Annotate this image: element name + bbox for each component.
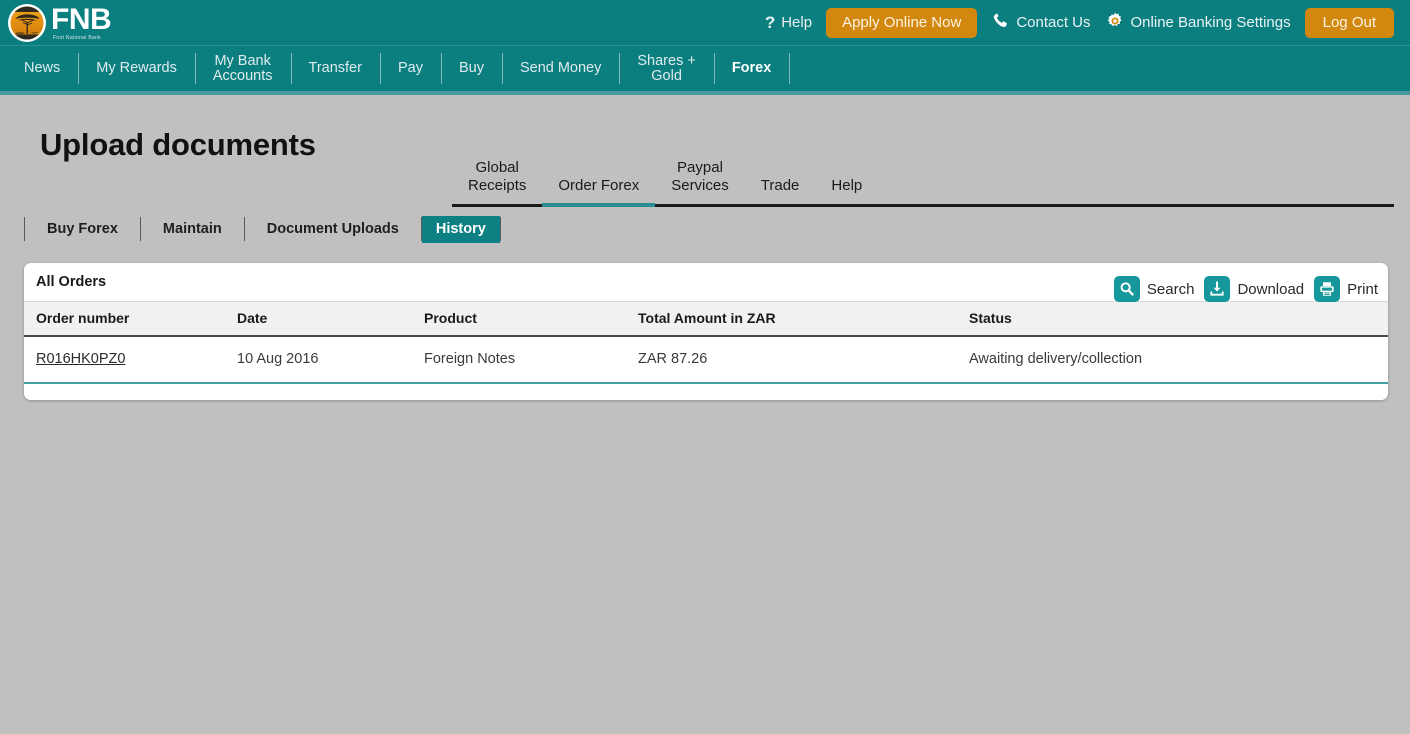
nav-item-my-bank-accounts[interactable]: My Bank Accounts	[194, 46, 291, 91]
online-banking-settings-link[interactable]: Online Banking Settings	[1105, 11, 1291, 35]
subtab-maintain[interactable]: Maintain	[141, 216, 244, 243]
log-out-button[interactable]: Log Out	[1304, 7, 1394, 38]
nav-item-pay[interactable]: Pay	[379, 46, 441, 91]
top-header-bar: FNB First National Bank ? Help Apply Onl…	[0, 0, 1410, 45]
orders-table-header-row: Order number Date Product Total Amount i…	[24, 301, 1388, 337]
print-icon	[1314, 276, 1341, 302]
help-link[interactable]: ? Help	[765, 13, 812, 33]
orders-table: Order number Date Product Total Amount i…	[24, 301, 1388, 384]
fnb-logo[interactable]: FNB First National Bank	[8, 2, 112, 42]
cell-status: Awaiting delivery/collection	[969, 336, 1388, 384]
cell-product: Foreign Notes	[424, 336, 638, 384]
nav-item-send-money[interactable]: Send Money	[501, 46, 619, 91]
tab-global-receipts[interactable]: Global Receipts	[452, 159, 542, 204]
all-orders-card: All Orders Search Download Print Order n…	[24, 263, 1388, 400]
column-header-product[interactable]: Product	[424, 301, 638, 337]
apply-online-now-button[interactable]: Apply Online Now	[826, 7, 978, 38]
cell-amount: ZAR 87.26	[638, 336, 969, 384]
page-title: Upload documents	[40, 127, 316, 162]
tab-help[interactable]: Help	[815, 177, 878, 204]
column-header-status[interactable]: Status	[969, 301, 1388, 337]
help-label: Help	[781, 14, 813, 31]
subtab-buy-forex[interactable]: Buy Forex	[25, 216, 140, 243]
fnb-wordmark: FNB	[51, 2, 112, 36]
table-row: R016HK0PZ0 10 Aug 2016 Foreign Notes ZAR…	[24, 336, 1388, 384]
orders-table-head: Order number Date Product Total Amount i…	[24, 301, 1388, 337]
cell-date: 10 Aug 2016	[237, 336, 424, 384]
tab-trade[interactable]: Trade	[745, 177, 816, 204]
question-mark-icon: ?	[764, 12, 776, 32]
download-label: Download	[1237, 280, 1305, 298]
search-button[interactable]: Search	[1113, 276, 1195, 302]
forex-section-tabs: Global Receipts Order Forex Paypal Servi…	[452, 125, 1394, 207]
tab-order-forex[interactable]: Order Forex	[542, 177, 656, 207]
nav-item-shares-gold[interactable]: Shares + Gold	[619, 46, 713, 91]
column-header-date[interactable]: Date	[237, 301, 424, 337]
print-button[interactable]: Print	[1314, 276, 1378, 302]
column-header-total-amount[interactable]: Total Amount in ZAR	[638, 301, 969, 337]
nav-item-transfer[interactable]: Transfer	[290, 46, 380, 91]
nav-item-my-rewards[interactable]: My Rewards	[78, 46, 195, 91]
contact-us-link[interactable]: Contact Us	[991, 11, 1091, 34]
nav-item-forex[interactable]: Forex	[713, 46, 790, 91]
subtab-document-uploads[interactable]: Document Uploads	[245, 216, 421, 243]
nav-item-news[interactable]: News	[6, 46, 78, 91]
download-button[interactable]: Download	[1204, 276, 1304, 302]
order-number-link[interactable]: R016HK0PZ0	[36, 351, 125, 367]
print-label: Print	[1347, 280, 1378, 298]
fnb-tagline: First National Bank	[53, 34, 101, 41]
card-action-buttons: Search Download Print	[1113, 276, 1378, 302]
order-forex-subtabs: Buy Forex Maintain Document Uploads Hist…	[16, 207, 1394, 251]
online-banking-settings-label: Online Banking Settings	[1130, 14, 1291, 31]
column-header-order-number[interactable]: Order number	[24, 301, 237, 337]
all-orders-card-header: All Orders Search Download Print	[24, 263, 1388, 302]
search-icon	[1113, 276, 1140, 302]
all-orders-title: All Orders	[36, 274, 107, 290]
page-content: Upload documents Global Receipts Order F…	[0, 95, 1410, 400]
all-orders-card-footer	[24, 384, 1388, 400]
fnb-acacia-tree-logo-icon	[8, 3, 46, 42]
download-icon	[1204, 276, 1231, 302]
gear-icon	[1105, 11, 1125, 35]
tab-paypal-services[interactable]: Paypal Services	[655, 159, 745, 204]
contact-us-label: Contact Us	[1016, 14, 1091, 31]
header-utility-links: ? Help Apply Online Now Contact Us Onlin…	[765, 7, 1394, 38]
subtab-divider	[499, 217, 501, 241]
orders-table-body: R016HK0PZ0 10 Aug 2016 Foreign Notes ZAR…	[24, 336, 1388, 384]
main-navigation: News My Rewards My Bank Accounts Transfe…	[0, 45, 1410, 91]
subtab-history[interactable]: History	[421, 215, 500, 243]
all-orders-card-wrap: All Orders Search Download Print Order n…	[16, 251, 1394, 400]
cell-order-number: R016HK0PZ0	[24, 336, 237, 384]
phone-icon	[991, 11, 1010, 34]
page-title-row: Upload documents Global Receipts Order F…	[16, 95, 1394, 207]
nav-trailing-divider	[789, 53, 791, 84]
search-label: Search	[1146, 280, 1195, 298]
nav-item-buy[interactable]: Buy	[440, 46, 502, 91]
